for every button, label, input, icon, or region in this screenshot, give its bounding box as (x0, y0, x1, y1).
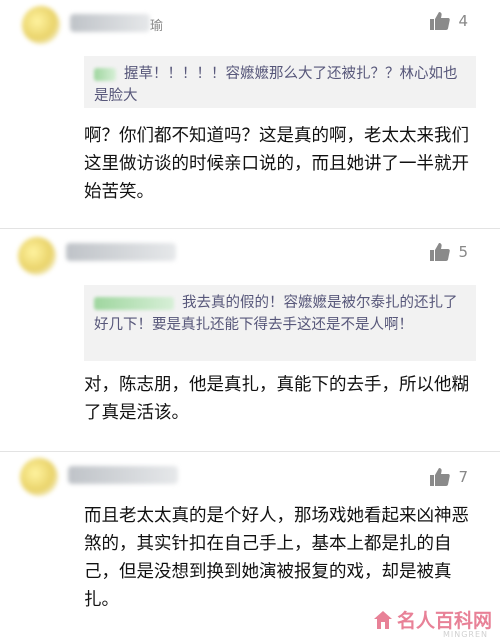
quoted-text: 握草！！！！！容嬷嬷那么大了还被扎？？林心如也是脸大 (94, 66, 458, 104)
quoted-reply: 握草！！！！！容嬷嬷那么大了还被扎？？林心如也是脸大 (84, 56, 476, 108)
quoted-reply: 我去真的假的！容嬷嬷是被尔泰扎的还扎了好几下！要是真扎还能下得去手这还是不是人啊… (84, 285, 476, 361)
comment-text: 对，陈志朋，他是真扎，真能下的去手，所以他糊了真是活该。 (84, 375, 469, 423)
comment-text: 啊？你们都不知道吗？这是真的啊，老太太来我们这里做访谈的时候亲口说的，而且她讲了… (84, 126, 469, 202)
username-suffix: 瑜 (150, 19, 164, 34)
avatar[interactable] (22, 6, 60, 44)
site-watermark: 名人百科网 MINGREN (373, 606, 492, 639)
comment-2: 5 我去真的假的！容嬷嬷是被尔泰扎的还扎了好几下！要是真扎还能下得去手这还是不是… (0, 229, 500, 451)
like-count: 4 (458, 12, 468, 30)
username[interactable] (66, 243, 176, 261)
username[interactable] (68, 466, 178, 484)
thumbs-up-icon (430, 468, 451, 486)
watermark-text: 名人百科网 (396, 610, 492, 632)
watermark-subtext: MINGREN (442, 630, 488, 639)
house-logo-icon (373, 610, 392, 629)
avatar[interactable] (18, 237, 56, 275)
like-button[interactable]: 7 (430, 468, 468, 486)
like-count: 5 (458, 243, 468, 261)
like-button[interactable]: 5 (430, 243, 468, 261)
like-count: 7 (458, 468, 468, 486)
comment-text: 而且老太太真的是个好人，那场戏她看起来凶神恶煞的，其实针扣在自己手上，基本上都是… (84, 506, 469, 610)
thumbs-up-icon (430, 12, 451, 30)
quoted-username (94, 67, 116, 81)
thumbs-up-icon (430, 243, 451, 261)
username[interactable] (70, 14, 150, 32)
like-button[interactable]: 4 (430, 12, 468, 30)
avatar[interactable] (20, 458, 58, 496)
quoted-username (94, 296, 174, 310)
comment-1: 瑜 4 握草！！！！！容嬷嬷那么大了还被扎？？林心如也是脸大 啊？你们都不知道吗… (0, 0, 500, 228)
